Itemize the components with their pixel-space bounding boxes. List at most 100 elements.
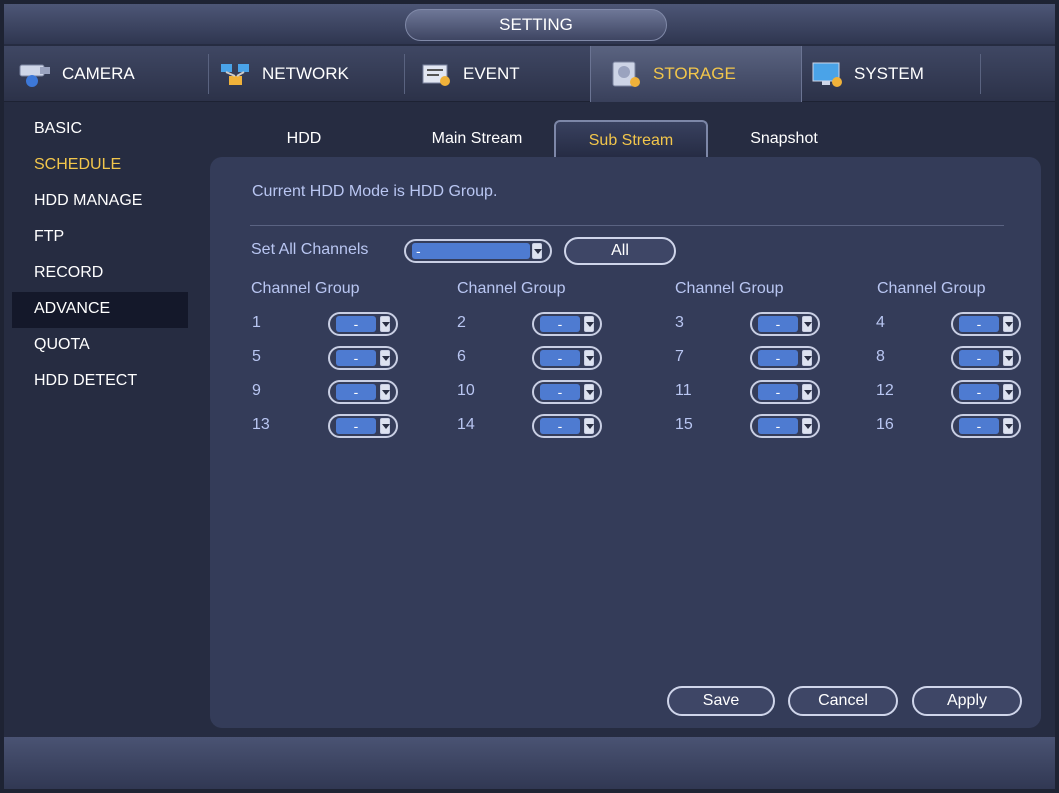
tab-network-label: NETWORK bbox=[262, 64, 349, 83]
dropdown-value: - bbox=[758, 384, 798, 400]
channel-number: 6 bbox=[457, 348, 466, 365]
dropdown-value: - bbox=[758, 350, 798, 366]
chevron-down-icon bbox=[584, 384, 594, 400]
channel-group-dropdown[interactable]: - bbox=[532, 346, 602, 370]
camera-icon bbox=[18, 59, 54, 89]
channel-number: 1 bbox=[252, 314, 261, 331]
column-header: Channel Group bbox=[251, 280, 360, 297]
chevron-down-icon bbox=[802, 418, 812, 434]
channel-number: 11 bbox=[675, 382, 692, 399]
chevron-down-icon bbox=[1003, 316, 1013, 332]
network-icon bbox=[218, 59, 254, 89]
tab-separator bbox=[980, 54, 981, 94]
tab-event-label: EVENT bbox=[463, 64, 520, 83]
dropdown-value: - bbox=[959, 384, 999, 400]
tab-storage[interactable]: STORAGE bbox=[590, 46, 802, 102]
system-icon bbox=[810, 59, 846, 89]
sidebar-item-hdd-manage[interactable]: HDD MANAGE bbox=[12, 184, 188, 220]
tab-main-stream[interactable]: Main Stream bbox=[414, 120, 540, 158]
chevron-down-icon bbox=[802, 384, 812, 400]
tab-system-label: SYSTEM bbox=[854, 64, 924, 83]
channel-group-dropdown[interactable]: - bbox=[532, 414, 602, 438]
top-navigation: CAMERA NETWORK EVENT STORAGE SYSTEM bbox=[4, 46, 1055, 102]
channel-number: 12 bbox=[876, 382, 894, 399]
channel-number: 2 bbox=[457, 314, 466, 331]
tab-separator bbox=[404, 54, 405, 94]
sidebar-item-quota[interactable]: QUOTA bbox=[12, 328, 188, 364]
channel-group-dropdown[interactable]: - bbox=[328, 380, 398, 404]
column-header: Channel Group bbox=[457, 280, 566, 297]
tab-event[interactable]: EVENT bbox=[419, 46, 589, 102]
tab-system[interactable]: SYSTEM bbox=[804, 46, 979, 102]
chevron-down-icon bbox=[584, 418, 594, 434]
chevron-down-icon bbox=[380, 418, 390, 434]
channel-number: 4 bbox=[876, 314, 885, 331]
sidebar-item-advance[interactable]: ADVANCE bbox=[12, 292, 188, 328]
sub-stream-panel: Current HDD Mode is HDD Group. Set All C… bbox=[210, 157, 1041, 728]
divider bbox=[250, 225, 1004, 226]
footer-bar bbox=[4, 737, 1055, 789]
channel-group-dropdown[interactable]: - bbox=[532, 312, 602, 336]
channel-number: 16 bbox=[876, 416, 894, 433]
tab-sub-stream[interactable]: Sub Stream bbox=[554, 120, 708, 158]
dropdown-value: - bbox=[336, 384, 376, 400]
sidebar-item-schedule[interactable]: SCHEDULE bbox=[12, 148, 188, 184]
sidebar-item-hdd-detect[interactable]: HDD DETECT bbox=[12, 364, 188, 400]
sidebar-item-ftp[interactable]: FTP bbox=[12, 220, 188, 256]
tab-camera[interactable]: CAMERA bbox=[18, 46, 203, 102]
channel-group-dropdown[interactable]: - bbox=[328, 414, 398, 438]
tab-storage-label: STORAGE bbox=[653, 64, 736, 83]
chevron-down-icon bbox=[1003, 418, 1013, 434]
title-bar: SETTING bbox=[4, 4, 1055, 44]
channel-number: 8 bbox=[876, 348, 885, 365]
column-header: Channel Group bbox=[877, 280, 986, 297]
channel-group-dropdown[interactable]: - bbox=[532, 380, 602, 404]
channel-group-dropdown[interactable]: - bbox=[328, 312, 398, 336]
tab-network[interactable]: NETWORK bbox=[218, 46, 398, 102]
dropdown-value: - bbox=[540, 418, 580, 434]
tab-hdd[interactable]: HDD bbox=[274, 120, 334, 158]
hdd-mode-text: Current HDD Mode is HDD Group. bbox=[252, 183, 498, 200]
channel-number: 5 bbox=[252, 348, 261, 365]
channel-group-dropdown[interactable]: - bbox=[951, 312, 1021, 336]
channel-number: 9 bbox=[252, 382, 261, 399]
dropdown-value: - bbox=[540, 350, 580, 366]
dropdown-value: - bbox=[336, 316, 376, 332]
dropdown-value: - bbox=[959, 350, 999, 366]
dropdown-value: - bbox=[540, 384, 580, 400]
tab-separator bbox=[208, 54, 209, 94]
channel-group-dropdown[interactable]: - bbox=[951, 380, 1021, 404]
channel-group-dropdown[interactable]: - bbox=[750, 380, 820, 404]
chevron-down-icon bbox=[1003, 350, 1013, 366]
apply-button[interactable]: Apply bbox=[912, 686, 1022, 716]
channel-group-dropdown[interactable]: - bbox=[750, 414, 820, 438]
dropdown-value: - bbox=[959, 316, 999, 332]
channel-group-dropdown[interactable]: - bbox=[328, 346, 398, 370]
channel-group-dropdown[interactable]: - bbox=[951, 346, 1021, 370]
storage-icon bbox=[609, 59, 645, 89]
sidebar-menu: BASIC SCHEDULE HDD MANAGE FTP RECORD ADV… bbox=[12, 112, 188, 400]
channel-number: 7 bbox=[675, 348, 684, 365]
chevron-down-icon bbox=[584, 316, 594, 332]
column-header: Channel Group bbox=[675, 280, 784, 297]
channel-group-dropdown[interactable]: - bbox=[750, 346, 820, 370]
dropdown-value: - bbox=[540, 316, 580, 332]
set-all-channels-dropdown[interactable]: - bbox=[404, 239, 552, 263]
cancel-button[interactable]: Cancel bbox=[788, 686, 898, 716]
chevron-down-icon bbox=[380, 384, 390, 400]
sidebar-item-basic[interactable]: BASIC bbox=[12, 112, 188, 148]
dropdown-value: - bbox=[412, 243, 530, 259]
channel-group-dropdown[interactable]: - bbox=[750, 312, 820, 336]
all-button[interactable]: All bbox=[564, 237, 676, 265]
sidebar-item-record[interactable]: RECORD bbox=[12, 256, 188, 292]
channel-number: 13 bbox=[252, 416, 270, 433]
dropdown-value: - bbox=[959, 418, 999, 434]
save-button[interactable]: Save bbox=[667, 686, 775, 716]
dropdown-value: - bbox=[336, 350, 376, 366]
channel-group-dropdown[interactable]: - bbox=[951, 414, 1021, 438]
chevron-down-icon bbox=[380, 350, 390, 366]
tab-snapshot[interactable]: Snapshot bbox=[734, 120, 834, 158]
channel-number: 3 bbox=[675, 314, 684, 331]
window-title: SETTING bbox=[405, 9, 667, 41]
tab-camera-label: CAMERA bbox=[62, 64, 135, 83]
